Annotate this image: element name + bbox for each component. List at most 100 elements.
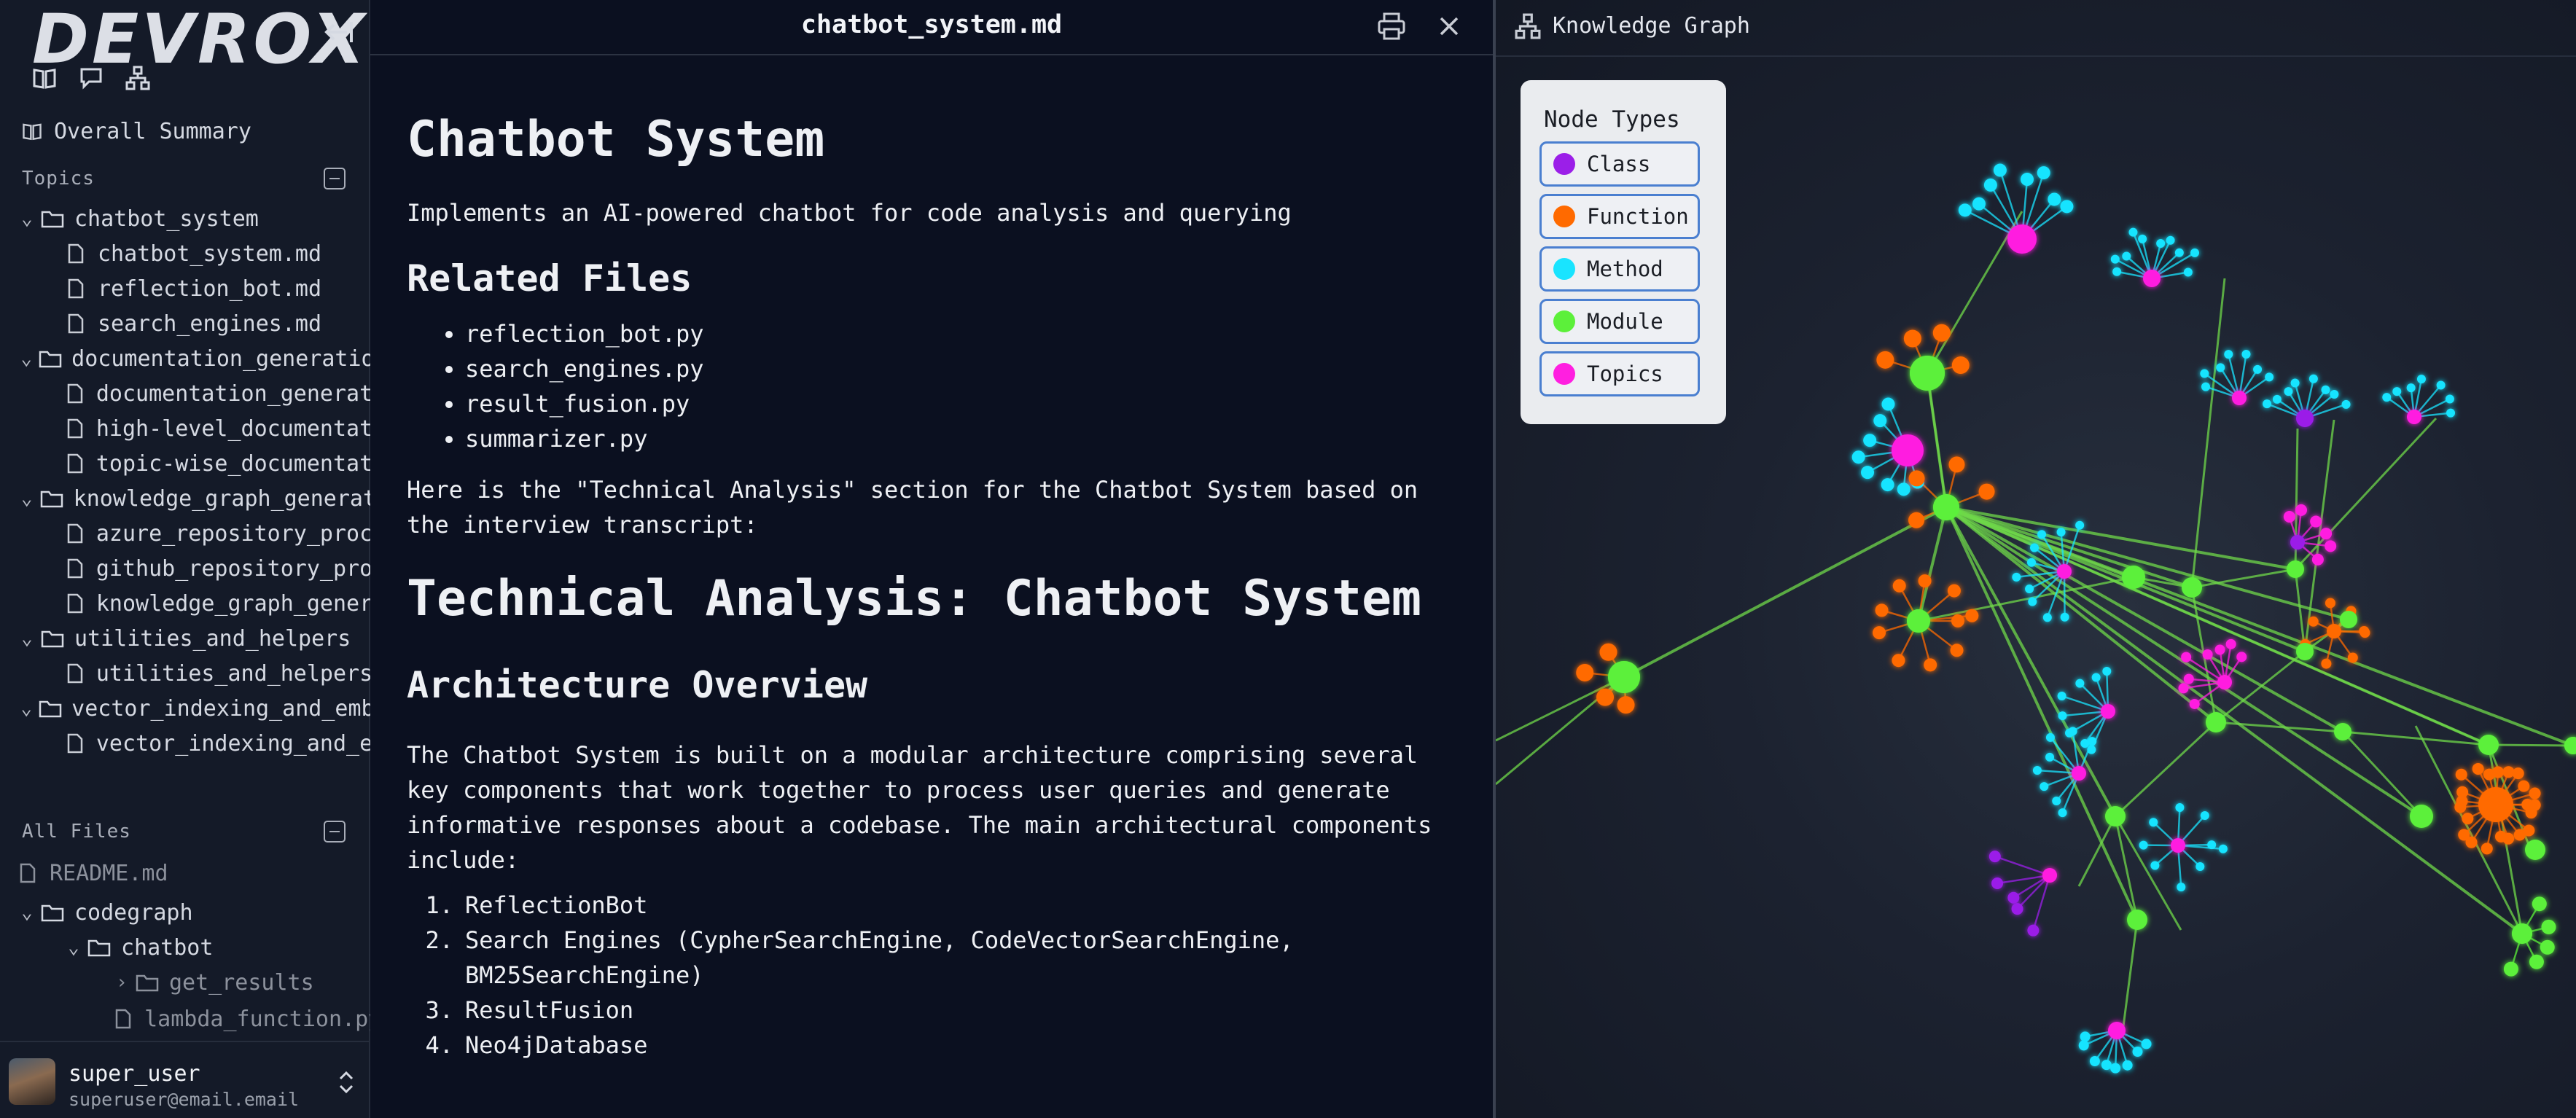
file-item-lambda-function[interactable]: lambda_function.py: [109, 1003, 370, 1035]
graph-node[interactable]: [2325, 540, 2337, 552]
graph-node[interactable]: [2284, 387, 2293, 396]
graph-node[interactable]: [1918, 574, 1932, 588]
graph-node[interactable]: [2166, 235, 2175, 245]
graph-node[interactable]: [2112, 267, 2122, 276]
graph-node[interactable]: [2462, 813, 2474, 825]
graph-node[interactable]: [1617, 696, 1635, 714]
topic-folder-item[interactable]: ⌄ knowledge_graph_generat: [16, 482, 370, 515]
graph-node[interactable]: [2027, 924, 2040, 937]
graph-node[interactable]: [2218, 844, 2228, 853]
graph-node[interactable]: [1851, 450, 1865, 464]
graph-node[interactable]: [2513, 829, 2526, 841]
graph-node[interactable]: [2037, 530, 2047, 539]
graph-node[interactable]: [1863, 434, 1877, 447]
graph-node[interactable]: [2295, 504, 2307, 516]
graph-node[interactable]: [1951, 356, 1970, 375]
graph-node[interactable]: [2525, 840, 2545, 860]
graph-node[interactable]: [2171, 838, 2185, 853]
graph-node[interactable]: [2532, 896, 2547, 912]
graph-node[interactable]: [2042, 868, 2057, 883]
graph-node[interactable]: [2410, 805, 2433, 828]
graph-node[interactable]: [1892, 434, 1924, 466]
topic-file-item[interactable]: documentation_generati: [61, 378, 370, 410]
graph-node[interactable]: [2232, 391, 2247, 405]
graph-node[interactable]: [2225, 638, 2236, 649]
graph-node[interactable]: [2087, 745, 2096, 754]
topic-folder-item[interactable]: ⌄ chatbot_system: [16, 203, 370, 235]
topic-folder-item[interactable]: ⌄ documentation_generation: [16, 343, 370, 375]
graph-node[interactable]: [1881, 397, 1895, 411]
graph-node[interactable]: [2263, 399, 2272, 409]
graph-node[interactable]: [1972, 197, 1986, 211]
graph-node[interactable]: [1932, 324, 1951, 342]
graph-node[interactable]: [2128, 227, 2138, 237]
graph-node[interactable]: [2150, 861, 2160, 870]
book-icon[interactable]: [32, 66, 57, 90]
graph-node[interactable]: [2202, 649, 2213, 660]
graph-node[interactable]: [2057, 691, 2066, 700]
folder-item-get-results[interactable]: › get_results: [111, 966, 370, 998]
graph-node[interactable]: [2174, 248, 2184, 257]
graph-node[interactable]: [2088, 737, 2097, 746]
graph-node[interactable]: [1947, 584, 1961, 598]
graph-node[interactable]: [1876, 351, 1894, 369]
graph-node[interactable]: [2178, 683, 2189, 694]
graph-node[interactable]: [2472, 762, 2484, 775]
graph-node[interactable]: [2105, 806, 2126, 826]
topic-file-item[interactable]: search_engines.md: [61, 308, 370, 340]
topic-file-item[interactable]: knowledge_graph_genera: [61, 587, 370, 619]
collapse-sidebar-button[interactable]: [321, 17, 356, 47]
graph-node[interactable]: [2110, 254, 2120, 264]
graph-node[interactable]: [2407, 410, 2421, 424]
graph-node[interactable]: [2011, 903, 2023, 915]
graph-node[interactable]: [2007, 891, 2020, 904]
folder-item-codegraph[interactable]: ⌄ codegraph: [16, 896, 370, 929]
graph-node[interactable]: [2382, 393, 2392, 402]
graph-node[interactable]: [2341, 399, 2351, 409]
chevrons-up-down-icon[interactable]: [337, 1070, 356, 1095]
graph-node[interactable]: [1599, 643, 1617, 661]
graph-node[interactable]: [2321, 385, 2330, 394]
graph-node[interactable]: [2492, 766, 2505, 778]
graph-node[interactable]: [2177, 883, 2186, 892]
graph-node[interactable]: [2175, 802, 2185, 812]
user-account-bar[interactable]: super_user superuser@email.email: [0, 1041, 369, 1118]
graph-node[interactable]: [2122, 251, 2131, 261]
graph-node[interactable]: [2190, 248, 2199, 257]
graph-node[interactable]: [2290, 535, 2305, 550]
graph-node[interactable]: [2406, 383, 2416, 393]
collapse-topics-button[interactable]: [324, 168, 346, 189]
overall-summary-link[interactable]: Overall Summary: [22, 115, 251, 147]
graph-node[interactable]: [2122, 566, 2145, 589]
graph-node[interactable]: [1873, 626, 1886, 640]
graph-node[interactable]: [1993, 163, 2007, 177]
graph-node[interactable]: [2183, 267, 2193, 277]
graph-node[interactable]: [2007, 224, 2037, 254]
graph-node[interactable]: [2181, 652, 2192, 662]
graph-node[interactable]: [2021, 173, 2034, 187]
graph-node[interactable]: [1951, 614, 1964, 628]
graph-node[interactable]: [2072, 766, 2086, 781]
graph-node[interactable]: [1978, 483, 1995, 500]
graph-node[interactable]: [1596, 688, 1615, 706]
topic-file-item[interactable]: github_repository_proc: [61, 552, 370, 585]
graph-node[interactable]: [1983, 178, 1997, 192]
graph-node[interactable]: [2241, 350, 2251, 359]
topic-file-item[interactable]: utilities_and_helpers.: [61, 657, 370, 689]
topic-file-item[interactable]: azure_repository_proce: [61, 517, 370, 550]
graph-icon[interactable]: [125, 66, 150, 90]
graph-node[interactable]: [2127, 910, 2147, 930]
legend-item-function[interactable]: Function: [1539, 194, 1700, 239]
graph-node[interactable]: [2108, 1022, 2126, 1039]
graph-node[interactable]: [2392, 387, 2402, 396]
graph-node[interactable]: [1924, 658, 1937, 672]
graph-node[interactable]: [1907, 609, 1930, 633]
graph-node[interactable]: [2540, 939, 2555, 955]
graph-node[interactable]: [2311, 553, 2324, 566]
graph-node[interactable]: [1965, 609, 1979, 622]
graph-node[interactable]: [2037, 166, 2050, 180]
graph-node[interactable]: [1897, 482, 1910, 496]
graph-node[interactable]: [2283, 510, 2295, 523]
graph-node[interactable]: [2494, 830, 2507, 843]
graph-node[interactable]: [2078, 1040, 2089, 1051]
